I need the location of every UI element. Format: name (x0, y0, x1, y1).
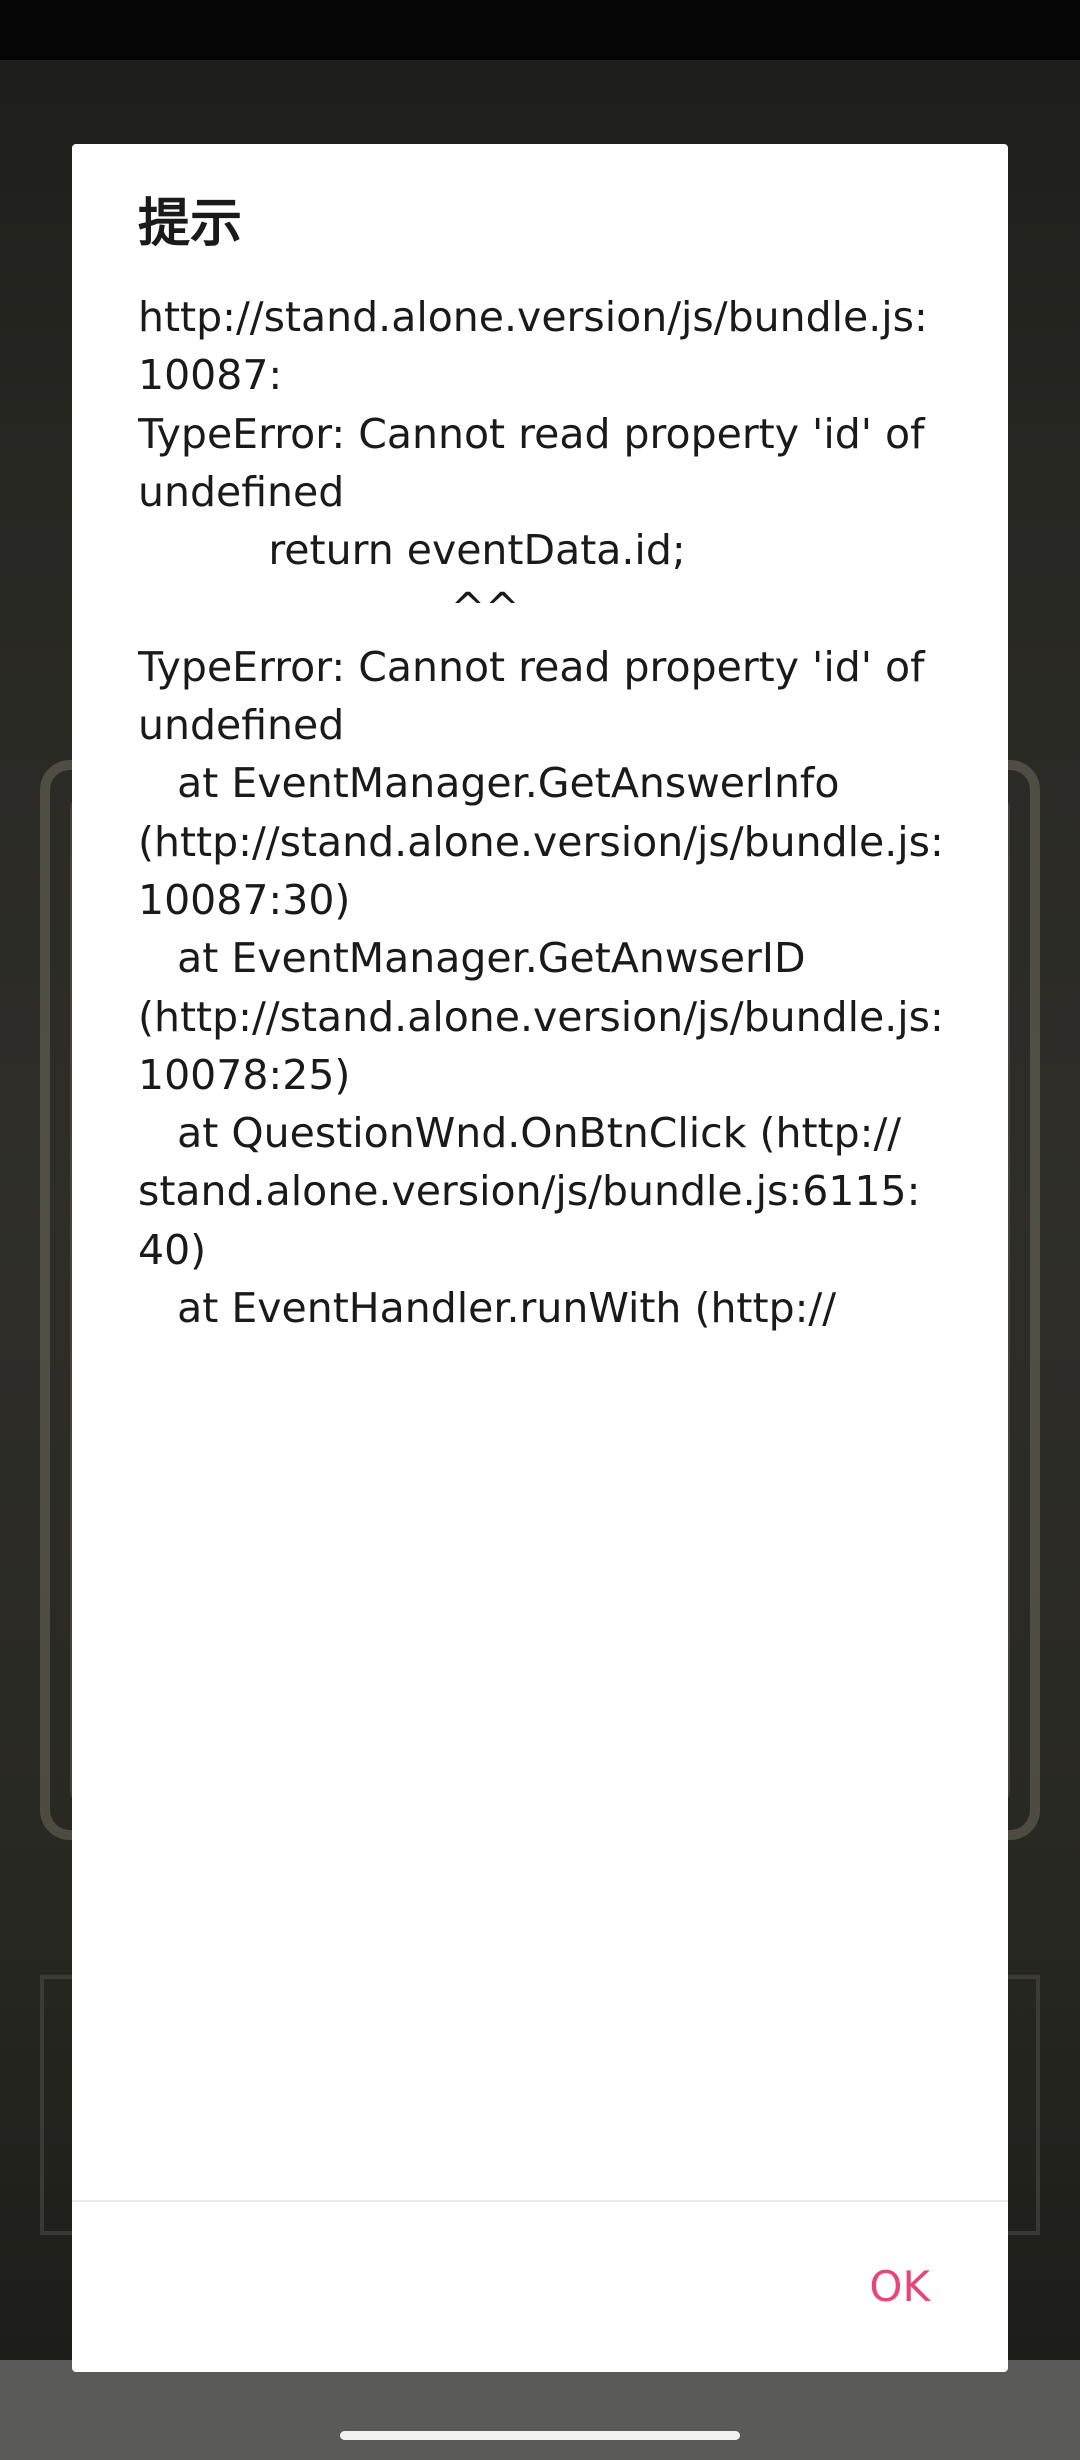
navigation-bar-area (0, 2360, 1080, 2460)
home-indicator[interactable] (340, 2431, 740, 2440)
alert-dialog: 提示 http://stand.alone.version/js/bundle.… (72, 144, 1008, 2372)
dialog-title: 提示 (138, 194, 243, 254)
ok-button[interactable]: OK (865, 2256, 934, 2317)
dialog-divider (72, 2200, 1008, 2202)
dialog-message[interactable]: http://stand.alone.version/js/bundle.js:… (138, 288, 968, 1338)
